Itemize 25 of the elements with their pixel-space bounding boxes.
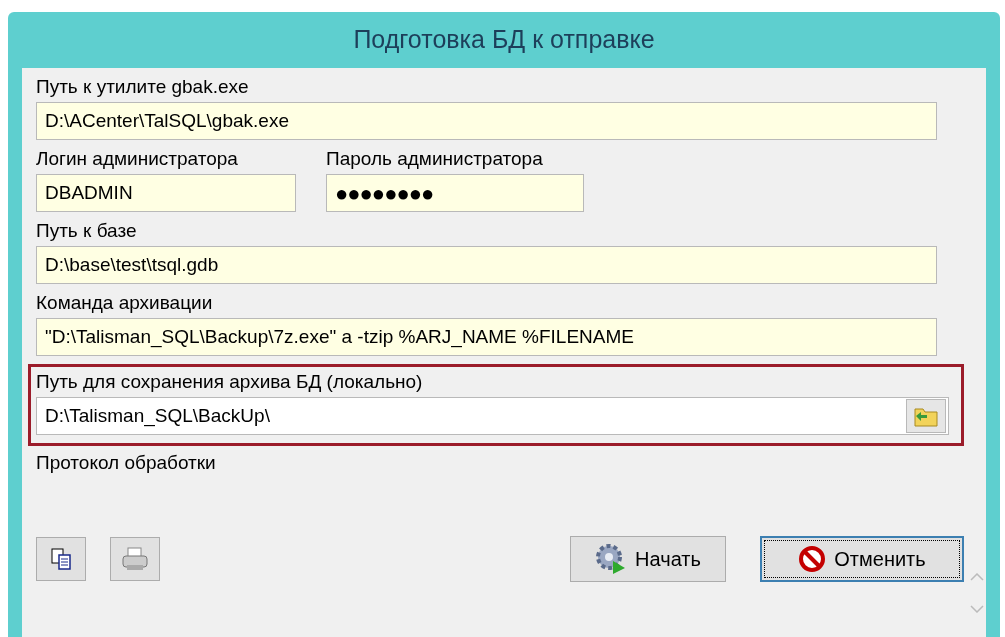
scroll-up-icon: [970, 573, 984, 581]
browse-folder-button[interactable]: [906, 399, 946, 433]
copy-button[interactable]: [36, 537, 86, 581]
input-field[interactable]: D:\ACenter\TalSQL\gbak.exe: [36, 102, 937, 140]
password-field[interactable]: ●●●●●●●●: [326, 174, 584, 212]
input-field[interactable]: "D:\Talisman_SQL\Backup\7z.exe" a -tzip %ARJ_NAME %FILENAME: [36, 318, 937, 356]
input-field[interactable]: DBADMIN: [36, 174, 296, 212]
scroll-down-icon: [970, 605, 984, 613]
cancel-icon: [798, 545, 827, 573]
input-field[interactable]: D:\base\test\tsql.gdb: [36, 246, 937, 284]
log-label: Протокол обработки: [36, 452, 217, 474]
field-label: Логин администратора: [36, 148, 239, 170]
field-label: Путь к базе: [36, 220, 138, 242]
cancel-button[interactable]: Отменить: [760, 536, 964, 582]
field-label: Пароль администратора: [326, 148, 544, 170]
start-button[interactable]: Начать: [570, 536, 726, 582]
input-field[interactable]: D:\Talisman_SQL\BackUp\: [36, 397, 949, 435]
field-label: Команда архивации: [36, 292, 214, 314]
copy-icon: [49, 547, 73, 571]
print-button[interactable]: [110, 537, 160, 581]
printer-icon: [121, 546, 149, 572]
field-label: Путь к утилите gbak.exe: [36, 76, 250, 98]
window-title: Подготовка БД к отправке: [353, 24, 655, 56]
field-label: Путь для сохранения архива БД (локально): [36, 371, 424, 393]
scrollbar[interactable]: [968, 573, 986, 613]
